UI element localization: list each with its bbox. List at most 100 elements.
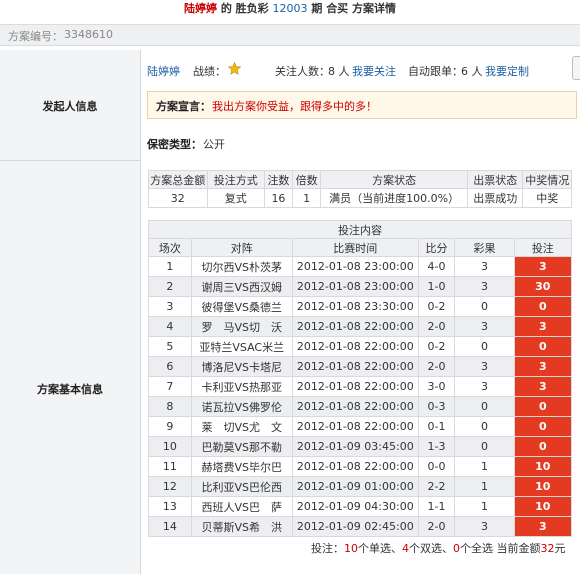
bet-cell-result: 0: [454, 336, 515, 357]
bet-cell-result: 3: [454, 356, 515, 377]
bet-cell-result: 0: [454, 396, 515, 417]
bet-cell-score: 2-0: [417, 516, 456, 537]
bet-cell-time: 2012-01-08 22:00:00: [291, 316, 419, 337]
sponsor-section-label: 发起人信息: [0, 50, 141, 161]
auto-follow-link[interactable]: 我要定制: [485, 63, 529, 79]
summary-header: 方案总金额: [148, 170, 208, 189]
bet-cell-n: 9: [148, 416, 192, 437]
bet-cell-match: 罗 马VS切 沃: [190, 316, 293, 337]
bet-cell-score: 1-3: [417, 436, 456, 457]
summary-value: 满员（当前进度100.0%）: [320, 188, 468, 208]
bet-footer: 投注：10个单选、4个双选、0个全选 当前金额32元: [148, 536, 572, 559]
follow-label: 关注人数：: [275, 65, 330, 78]
secrecy-label: 保密类型：: [147, 138, 202, 151]
bet-header: 对阵: [190, 238, 293, 257]
bet-cell-n: 4: [148, 316, 192, 337]
bet-row: 3 彼得堡VS桑德兰 2012-01-08 23:30:00 0-2 0 0: [148, 296, 573, 317]
bet-cell-score: 2-0: [417, 356, 456, 377]
bet-header: 比赛时间: [291, 238, 419, 257]
bet-cell-result: 1: [454, 496, 515, 517]
summary-header: 方案状态: [320, 170, 468, 189]
bet-row: 11 赫塔费VS毕尔巴 2012-01-08 22:00:00 0-0 1 10: [148, 456, 573, 477]
bet-cell-score: 1-1: [417, 496, 456, 517]
sponsor-name-link[interactable]: 陆婷婷: [147, 63, 180, 79]
bet-cell-match: 贝蒂斯VS希 洪: [190, 516, 293, 537]
summary-header: 注数: [263, 170, 294, 189]
side-button[interactable]: [572, 56, 580, 80]
bet-cell-n: 7: [148, 376, 192, 397]
summary-value: 1: [292, 188, 322, 208]
bet-cell-score: 1-0: [417, 276, 456, 297]
bet-cell-match: 赫塔费VS毕尔巴: [190, 456, 293, 477]
bet-cell-match: 切尔西VS朴茨茅: [190, 256, 293, 277]
bet-cell-n: 6: [148, 356, 192, 377]
bet-cell-match: 谢周三VS西汉姆: [190, 276, 293, 297]
scheme-id-bar: 方案编号： 3348610: [0, 24, 580, 46]
bet-cell-n: 1: [148, 256, 192, 277]
bet-row: 5 亚特兰VSAC米兰 2012-01-08 22:00:00 0-2 0 0: [148, 336, 573, 357]
bet-cell-bet: 0: [513, 396, 573, 417]
declaration-box: 方案宣言： 我出方案你受益，跟得多中的多！: [147, 91, 577, 119]
bet-cell-result: 1: [454, 476, 515, 497]
bet-cell-score: 2-2: [417, 476, 456, 497]
summary-header: 出票状态: [466, 170, 524, 189]
bet-row: 2 谢周三VS西汉姆 2012-01-08 23:00:00 1-0 3 30: [148, 276, 573, 297]
bet-cell-n: 5: [148, 336, 192, 357]
bet-row: 10 巴勒莫VS那不勒 2012-01-09 03:45:00 1-3 0 0: [148, 436, 573, 457]
bet-cell-result: 3: [454, 276, 515, 297]
bet-row: 6 博洛尼VS卡塔尼 2012-01-08 22:00:00 2-0 3 3: [148, 356, 573, 377]
bet-cell-match: 西班人VS巴 萨: [190, 496, 293, 517]
bet-cell-result: 0: [454, 436, 515, 457]
summary-value: 16: [263, 188, 294, 208]
bet-cell-score: 0-1: [417, 416, 456, 437]
bet-row: 9莱 切VS尤 文 2012-01-08 22:00:00 0-1 0 0: [148, 416, 573, 437]
crown-star-icon: [228, 62, 241, 75]
bet-cell-time: 2012-01-08 23:00:00: [291, 276, 419, 297]
bet-cell-n: 2: [148, 276, 192, 297]
bet-cell-n: 14: [148, 516, 192, 537]
summary-header: 中奖情况: [522, 170, 572, 189]
bet-cell-n: 12: [148, 476, 192, 497]
bet-row: 1 切尔西VS朴茨茅 2012-01-08 23:00:00 4-0 3 3: [148, 256, 573, 277]
auto-follow-label: 自动跟单：: [408, 65, 463, 78]
bet-cell-time: 2012-01-08 22:00:00: [291, 456, 419, 477]
summary-table: 方案总金额 投注方式 注数 倍数 方案状态 出票状态 中奖情况 32 复式 16 1 满员（当前进度…: [148, 170, 572, 208]
auto-follow-count: 6 人: [461, 65, 483, 78]
bet-cell-match: 亚特兰VSAC米兰: [190, 336, 293, 357]
bet-cell-match: 博洛尼VS卡塔尼: [190, 356, 293, 377]
sponsor-name-title[interactable]: 陆婷婷: [184, 2, 217, 15]
bet-caption: 投注内容: [148, 220, 572, 239]
bet-cell-match: 卡利亚VS热那亚: [190, 376, 293, 397]
bet-cell-time: 2012-01-09 01:00:00: [291, 476, 419, 497]
bet-cell-result: 3: [454, 516, 515, 537]
follow-link[interactable]: 我要关注: [352, 63, 396, 79]
bet-cell-match: 诺瓦拉VS佛罗伦: [190, 396, 293, 417]
bet-cell-time: 2012-01-08 22:00:00: [291, 376, 419, 397]
bet-header: 场次: [148, 238, 192, 257]
bet-cell-time: 2012-01-08 23:30:00: [291, 296, 419, 317]
bet-cell-score: 0-2: [417, 336, 456, 357]
bet-cell-bet: 0: [513, 436, 573, 457]
bet-cell-match: 彼得堡VS桑德兰: [190, 296, 293, 317]
bet-cell-n: 10: [148, 436, 192, 457]
bet-cell-result: 3: [454, 376, 515, 397]
bet-cell-bet: 0: [513, 336, 573, 357]
bet-cell-time: 2012-01-08 23:00:00: [291, 256, 419, 277]
bet-header: 比分: [417, 238, 456, 257]
bet-cell-n: 3: [148, 296, 192, 317]
bet-header: 彩果: [454, 238, 515, 257]
bet-table: 投注内容 场次 对阵 比赛时间 比分 彩果 投注 1 切尔西VS朴茨茅 2012-01-08 …: [148, 220, 573, 559]
bet-cell-time: 2012-01-09 02:45:00: [291, 516, 419, 537]
bet-cell-result: 0: [454, 296, 515, 317]
summary-value: 复式: [206, 188, 265, 208]
summary-header: 倍数: [292, 170, 322, 189]
bet-cell-time: 2012-01-09 04:30:00: [291, 496, 419, 517]
summary-value: 出票成功: [466, 188, 524, 208]
bet-cell-bet: 10: [513, 456, 573, 477]
record-label: 战绩：: [193, 65, 226, 78]
bet-cell-bet: 3: [513, 376, 573, 397]
bet-row: 7 卡利亚VS热那亚 2012-01-08 22:00:00 3-0 3 3: [148, 376, 573, 397]
bet-row: 4罗 马VS切 沃 2012-01-08 22:00:00 2-0 3 3: [148, 316, 573, 337]
bet-cell-n: 11: [148, 456, 192, 477]
bet-cell-time: 2012-01-08 22:00:00: [291, 396, 419, 417]
